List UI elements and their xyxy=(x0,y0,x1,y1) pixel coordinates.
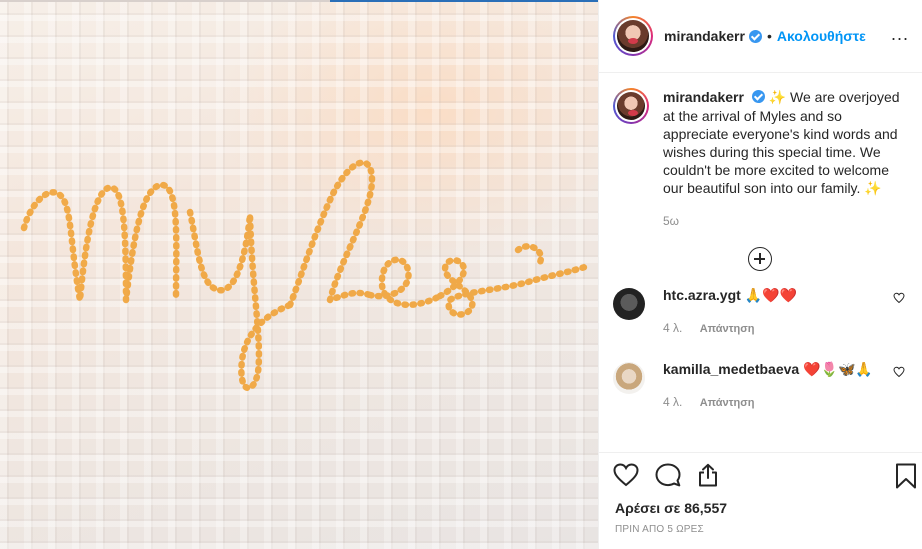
caption-timestamp[interactable]: 5ω xyxy=(663,214,679,228)
caption-text-line: couldn't be more excited to welcome xyxy=(663,162,890,178)
myles-embroidery xyxy=(20,159,592,392)
commenter-avatar[interactable] xyxy=(613,288,645,320)
commenter-avatar[interactable] xyxy=(613,362,645,394)
reply-button[interactable]: Απάντηση xyxy=(700,323,755,335)
caption-username[interactable]: mirandakerr xyxy=(663,89,744,105)
comment-item: kamilla_medetbaeva ❤️🌷🦋🙏 4 λ. Απάντηση xyxy=(613,360,907,412)
post-sidebar: mirandakerr • Ακολουθήστε ... mirandaker… xyxy=(598,0,922,549)
author-username[interactable]: mirandakerr xyxy=(664,28,745,44)
caption-text-line: our beautiful son into our family. xyxy=(663,180,861,196)
comment-username[interactable]: kamilla_medetbaeva xyxy=(663,361,799,377)
caption-text-line: wishes during this special time. We xyxy=(663,144,881,160)
comment-item: htc.azra.ygt 🙏❤️❤️ 4 λ. Απάντηση xyxy=(613,286,907,338)
sparkle-emoji: ✨ xyxy=(864,181,882,197)
post-timestamp[interactable]: ΠΡΙΝ ΑΠΟ 5 ΩΡΕΣ xyxy=(615,524,704,535)
comment-like-heart-icon[interactable] xyxy=(893,366,905,378)
caption: mirandakerr ✨ We are overjoyed at the ar… xyxy=(613,88,907,230)
caption-avatar[interactable] xyxy=(613,88,649,124)
separator-dot: • xyxy=(766,28,772,44)
comment-text: 🙏❤️❤️ xyxy=(744,288,797,304)
verified-badge-icon xyxy=(748,29,762,43)
comment-username[interactable]: htc.azra.ygt xyxy=(663,287,741,303)
post-photo[interactable] xyxy=(0,0,598,549)
post-header: mirandakerr • Ακολουθήστε ... xyxy=(599,0,922,73)
comments-section: mirandakerr ✨ We are overjoyed at the ar… xyxy=(599,74,922,457)
comment-timestamp[interactable]: 4 λ. xyxy=(663,395,682,409)
like-heart-icon[interactable] xyxy=(613,463,639,487)
comment-bubble-icon[interactable] xyxy=(655,463,681,487)
action-bar: Αρέσει σε 86,557 ΠΡΙΝ ΑΠΟ 5 ΩΡΕΣ xyxy=(599,452,922,549)
load-more-comments-icon[interactable] xyxy=(748,247,772,271)
follow-button[interactable]: Ακολουθήστε xyxy=(777,28,866,44)
caption-text-line: appreciate everyone's kind words and xyxy=(663,126,898,142)
reply-button[interactable]: Απάντηση xyxy=(700,397,755,409)
verified-badge-icon xyxy=(751,90,765,103)
share-upload-icon[interactable] xyxy=(697,463,719,487)
comment-like-heart-icon[interactable] xyxy=(893,292,905,304)
author-avatar[interactable] xyxy=(613,16,653,56)
bookmark-save-icon[interactable] xyxy=(895,463,917,489)
caption-text-line: We are overjoyed xyxy=(790,89,900,105)
sparkle-emoji: ✨ xyxy=(768,90,787,106)
caption-text-line: at the arrival of Myles and so xyxy=(663,108,842,124)
comment-timestamp[interactable]: 4 λ. xyxy=(663,321,682,335)
more-options-icon[interactable]: ... xyxy=(891,25,909,43)
comment-text: ❤️🌷🦋🙏 xyxy=(803,362,873,378)
like-count[interactable]: Αρέσει σε 86,557 xyxy=(615,500,727,516)
instagram-post: mirandakerr • Ακολουθήστε ... mirandaker… xyxy=(0,0,922,549)
